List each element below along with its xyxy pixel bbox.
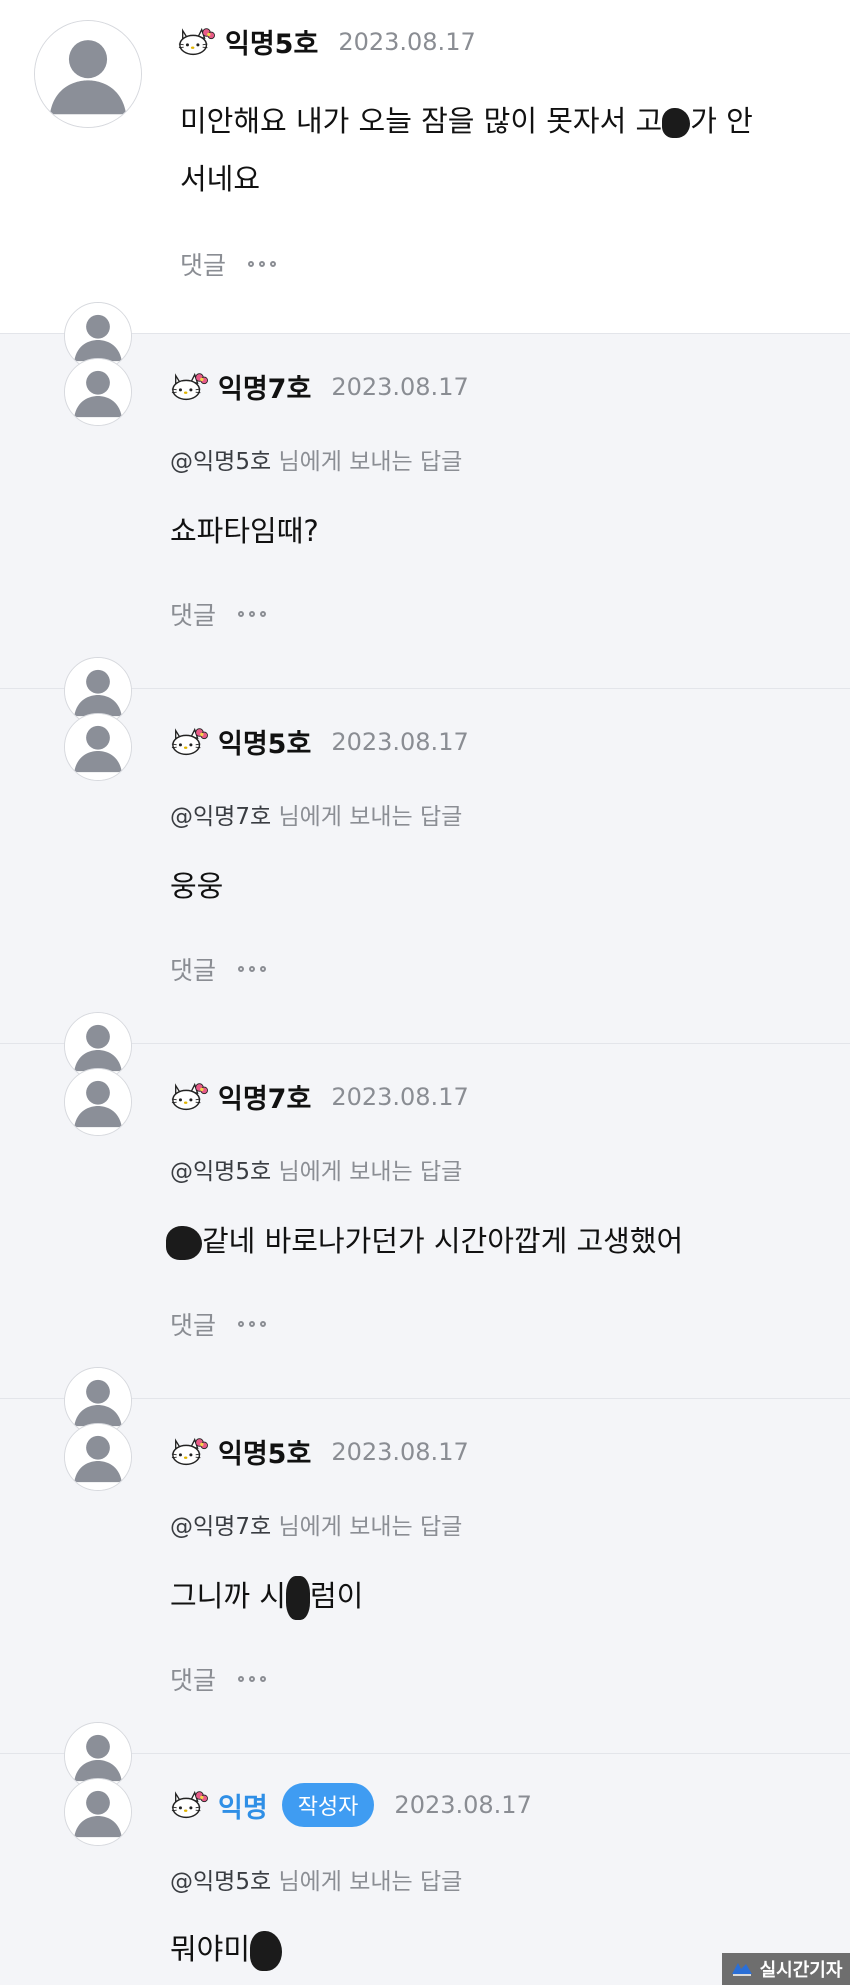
- comment-item: 익명5호 2023.08.17 미안해요 내가 오늘 잠을 많이 못자서 고가 …: [0, 0, 850, 333]
- comment-meta: 익명5호 2023.08.17: [170, 722, 469, 761]
- author-name[interactable]: 익명: [218, 1786, 268, 1825]
- avatar-icon[interactable]: [34, 20, 142, 128]
- watermark-logo-icon: [731, 1963, 752, 1976]
- mention-label: 님에게 보내는 답글: [278, 1869, 463, 1895]
- censor-blot: [166, 1226, 202, 1260]
- comment-actions: 댓글: [170, 596, 267, 632]
- watermark: 실시간기자: [722, 1953, 850, 1985]
- more-dots-icon[interactable]: [238, 1321, 267, 1327]
- reply-target: @익명5호 님에게 보내는 답글: [170, 1862, 462, 1896]
- reply-button[interactable]: 댓글: [180, 246, 226, 282]
- comment-meta: 익명7호 2023.08.17: [170, 367, 469, 406]
- more-dots-icon[interactable]: [248, 261, 277, 267]
- watermark-text: 실시간기자: [759, 1960, 843, 1981]
- reply-comment-item: 익명5호 2023.08.17 @익명7호 님에게 보내는 답글 웅웅 댓글: [0, 657, 850, 1043]
- comment-actions: 댓글: [170, 1306, 267, 1342]
- comment-date: 2023.08.17: [331, 1082, 469, 1111]
- comment-text: 미안해요 내가 오늘 잠을 많이 못자서 고가 안 서네요: [180, 104, 753, 196]
- mention-user[interactable]: @익명5호: [170, 1159, 271, 1185]
- mention-user[interactable]: @익명5호: [170, 1869, 271, 1895]
- comment-date: 2023.08.17: [338, 27, 476, 56]
- hello-kitty-icon: [170, 1434, 208, 1470]
- comment-actions: 댓글: [170, 1661, 267, 1697]
- mention-label: 님에게 보내는 답글: [278, 449, 463, 475]
- comment-text: 쇼파타임때?: [170, 514, 319, 548]
- reply-target: @익명7호 님에게 보내는 답글: [170, 1507, 462, 1541]
- avatar-icon[interactable]: [64, 358, 132, 426]
- reply-comment-item: 익명7호 2023.08.17 @익명5호 님에게 보내는 답글 쇼파타임때? …: [0, 302, 850, 688]
- avatar-icon[interactable]: [64, 713, 132, 781]
- reply-button[interactable]: 댓글: [170, 1306, 216, 1342]
- reply-target: @익명5호 님에게 보내는 답글: [170, 442, 462, 476]
- comment-text: 웅웅: [170, 869, 224, 903]
- reply-comment-item: 익명 작성자 2023.08.17 @익명5호 님에게 보내는 답글 뭐야미: [0, 1722, 850, 1985]
- author-badge: 작성자: [281, 1783, 375, 1827]
- reply-comment-item: 익명7호 2023.08.17 @익명5호 님에게 보내는 답글 같네 바로나가…: [0, 1012, 850, 1398]
- avatar-icon[interactable]: [64, 1778, 132, 1846]
- more-dots-icon[interactable]: [238, 611, 267, 617]
- comment-actions: 댓글: [180, 246, 277, 282]
- author-name[interactable]: 익명5호: [218, 722, 311, 761]
- comment-meta: 익명5호 2023.08.17: [170, 1432, 469, 1471]
- mention-user[interactable]: @익명7호: [170, 804, 271, 830]
- comment-meta: 익명 작성자 2023.08.17: [170, 1783, 532, 1827]
- more-dots-icon[interactable]: [238, 1676, 267, 1682]
- hello-kitty-icon: [177, 24, 215, 60]
- censor-blot: [285, 1576, 310, 1620]
- comment-actions: 댓글: [170, 951, 267, 987]
- mention-label: 님에게 보내는 답글: [278, 1514, 463, 1540]
- comment-text: 그니까 시 럼이: [170, 1567, 363, 1625]
- author-name[interactable]: 익명5호: [225, 22, 318, 61]
- comment-text: 같네 바로나가던가 시간아깝게 고생했어: [166, 1212, 683, 1270]
- author-name[interactable]: 익명5호: [218, 1432, 311, 1471]
- hello-kitty-icon: [170, 369, 208, 405]
- comment-date: 2023.08.17: [394, 1791, 532, 1819]
- censor-blot: [662, 108, 691, 138]
- comment-date: 2023.08.17: [331, 372, 469, 401]
- hello-kitty-icon: [170, 724, 208, 760]
- reply-button[interactable]: 댓글: [170, 951, 216, 987]
- reply-button[interactable]: 댓글: [170, 1661, 216, 1697]
- reply-comment-item: 익명5호 2023.08.17 @익명7호 님에게 보내는 답글 그니까 시 럼이…: [0, 1367, 850, 1753]
- avatar-icon[interactable]: [64, 1068, 132, 1136]
- author-name[interactable]: 익명7호: [218, 1077, 311, 1116]
- mention-user[interactable]: @익명7호: [170, 1514, 271, 1540]
- more-dots-icon[interactable]: [238, 966, 267, 972]
- censor-blot: [250, 1931, 283, 1971]
- comment-meta: 익명7호 2023.08.17: [170, 1077, 469, 1116]
- comment-date: 2023.08.17: [331, 1437, 469, 1466]
- mention-label: 님에게 보내는 답글: [278, 1159, 463, 1185]
- comment-meta: 익명5호 2023.08.17: [177, 22, 476, 61]
- author-name[interactable]: 익명7호: [218, 367, 311, 406]
- reply-target: @익명7호 님에게 보내는 답글: [170, 797, 462, 831]
- hello-kitty-icon: [170, 1079, 208, 1115]
- hello-kitty-icon: [170, 1787, 208, 1823]
- reply-target: @익명5호 님에게 보내는 답글: [170, 1152, 462, 1186]
- mention-user[interactable]: @익명5호: [170, 449, 271, 475]
- reply-button[interactable]: 댓글: [170, 596, 216, 632]
- avatar-icon[interactable]: [64, 1423, 132, 1491]
- comment-date: 2023.08.17: [331, 727, 469, 756]
- comment-text: 뭐야미: [170, 1920, 283, 1978]
- mention-label: 님에게 보내는 답글: [278, 804, 463, 830]
